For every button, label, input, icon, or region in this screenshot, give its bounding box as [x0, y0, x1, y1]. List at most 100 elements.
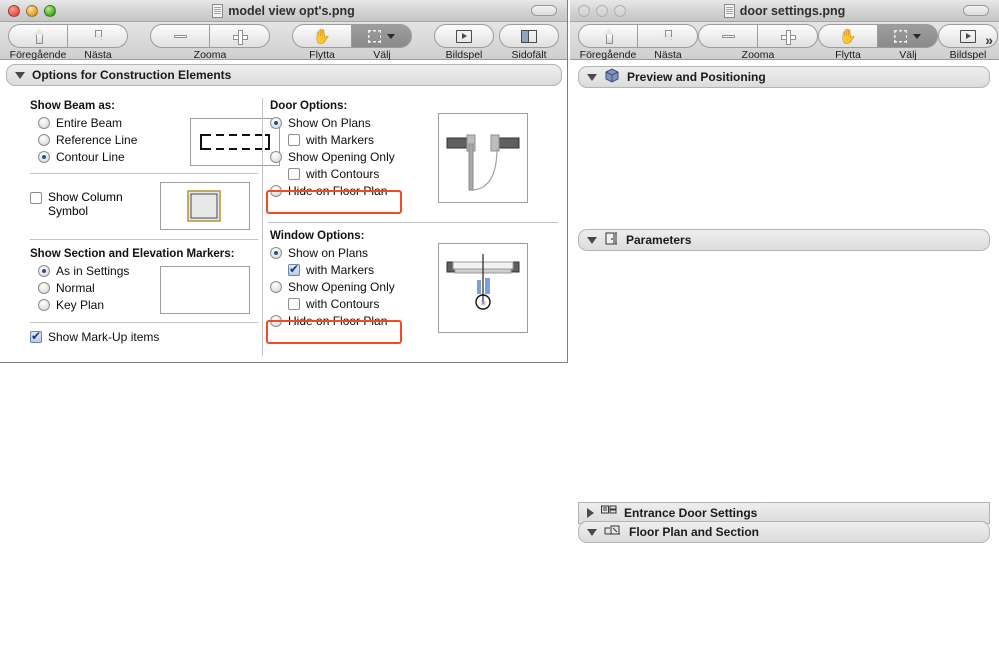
window-options-label: Window Options: [270, 230, 365, 242]
disclosure-triangle-collapsed-icon[interactable] [587, 508, 594, 518]
construction-options-panel-header[interactable]: Options for Construction Elements [6, 64, 562, 86]
zoom-button[interactable] [614, 4, 626, 17]
chevron-down-icon[interactable] [387, 33, 395, 39]
radio-icon-selected[interactable] [270, 246, 282, 259]
radio-label-as-in-settings: As in Settings [56, 263, 130, 278]
left-nav-group: Föregående Nästa [8, 24, 128, 61]
right-window-traffic-lights[interactable] [570, 4, 626, 17]
disclosure-triangle-icon[interactable] [15, 71, 25, 79]
radio-door-show-opening-only[interactable]: Show Opening Only [270, 148, 430, 165]
right-window-titlebar[interactable]: door settings.png [570, 0, 999, 22]
right-toolbar-item-next[interactable]: Nästa [638, 24, 698, 61]
checkbox-window-with-contours[interactable]: with Contours [270, 295, 430, 312]
left-window-traffic-lights[interactable] [0, 4, 56, 17]
minimize-button[interactable] [596, 4, 608, 17]
left-toolbar-label-select: Välj [373, 49, 391, 61]
left-toolbar-item-zoom[interactable]: Zooma [150, 24, 270, 61]
column-symbol-group: Show Column Symbol [30, 182, 260, 230]
checkbox-door-with-contours[interactable]: with Contours [270, 165, 430, 182]
left-toolbar-item-previous[interactable]: Föregående [8, 24, 68, 61]
checkbox-icon[interactable] [288, 167, 300, 180]
radio-icon[interactable] [270, 314, 282, 327]
minimize-button[interactable] [26, 4, 38, 17]
checkbox-show-markup-items[interactable]: Show Mark-Up items [30, 328, 159, 345]
radio-icon-selected[interactable] [270, 116, 282, 129]
left-window-titlebar[interactable]: model view opt's.png [0, 0, 567, 22]
markers-preview [160, 266, 250, 314]
radio-icon[interactable] [38, 116, 50, 129]
preview-positioning-icon [604, 68, 620, 86]
radio-door-show-on-plans[interactable]: Show On Plans [270, 114, 430, 131]
checkbox-icon[interactable] [30, 192, 42, 204]
checkbox-label-door-with-markers: with Markers [306, 132, 375, 147]
parameters-panel-header[interactable]: Parameters [578, 229, 990, 251]
disclosure-triangle-icon[interactable] [587, 73, 597, 81]
radio-reference-line[interactable]: Reference Line [38, 131, 137, 148]
left-toolbar-label-slideshow: Bildspel [445, 49, 483, 61]
disclosure-triangle-icon[interactable] [587, 236, 597, 244]
window-preview: ✳ [438, 243, 528, 333]
document-icon [212, 3, 224, 18]
preview-positioning-panel-header[interactable]: Preview and Positioning [578, 66, 990, 88]
toolbar-toggle-button[interactable] [963, 5, 989, 16]
radio-label-window-hide-on-floor-plan: Hide on Floor Plan [288, 313, 388, 328]
close-button[interactable] [578, 4, 590, 17]
checkbox-icon-checked[interactable] [30, 329, 42, 343]
chevron-down-icon[interactable] [913, 33, 921, 39]
right-toolbar: Föregående Nästa Zooma ✋ Flytta Välj Bil… [570, 22, 999, 61]
left-toolbar-label-zoom: Zooma [193, 49, 227, 61]
radio-label-window-show-on-plans: Show on Plans [288, 245, 369, 260]
radio-icon[interactable] [270, 280, 282, 293]
left-toolbar: Föregående Nästa Zooma ✋ Flytta Välj Bil… [0, 22, 567, 61]
radio-icon-selected[interactable] [38, 150, 50, 163]
right-window-title-area: door settings.png [570, 3, 999, 18]
parameters-panel-title: Parameters [626, 233, 692, 247]
radio-window-hide-on-floor-plan[interactable]: Hide on Floor Plan [270, 312, 430, 329]
arrow-down-icon [662, 29, 674, 43]
right-window: door settings.png Föregående Nästa Zooma… [570, 0, 999, 652]
radio-icon[interactable] [38, 298, 50, 311]
disclosure-triangle-icon[interactable] [587, 528, 597, 536]
beam-radio-group: Entire Beam Reference Line Contour Line [30, 112, 137, 165]
right-toolbar-item-previous[interactable]: Föregående [578, 24, 638, 61]
right-toolbar-item-select[interactable]: Välj [878, 24, 938, 61]
checkbox-window-with-markers[interactable]: with Markers [270, 261, 430, 278]
beam-settings-group: Show Beam as: Entire Beam Reference Line… [30, 100, 280, 166]
radio-icon[interactable] [270, 184, 282, 197]
radio-door-hide-on-floor-plan[interactable]: Hide on Floor Plan [270, 182, 430, 199]
right-toolbar-label-zoom: Zooma [741, 49, 775, 61]
radio-contour-line[interactable]: Contour Line [38, 148, 137, 165]
checkbox-icon[interactable] [288, 297, 300, 310]
floorplan-section-icon [604, 524, 622, 541]
checkbox-icon[interactable] [288, 133, 300, 146]
left-toolbar-item-slideshow[interactable]: Bildspel [434, 24, 494, 61]
toolbar-overflow-button[interactable]: » [985, 32, 993, 48]
radio-icon[interactable] [270, 150, 282, 163]
hand-icon: ✋ [839, 28, 857, 44]
radio-icon-selected[interactable] [38, 264, 50, 277]
radio-window-show-opening-only[interactable]: Show Opening Only [270, 278, 430, 295]
zoom-button[interactable] [44, 4, 56, 17]
door-preview-graphic [446, 134, 520, 191]
radio-entire-beam[interactable]: Entire Beam [38, 114, 137, 131]
floorplan-section-panel-header[interactable]: Floor Plan and Section [578, 521, 990, 543]
left-toolbar-item-sidebar[interactable]: Sidofält [499, 24, 559, 61]
radio-icon[interactable] [38, 133, 50, 146]
svg-text:✳: ✳ [480, 299, 487, 308]
radio-window-show-on-plans[interactable]: Show on Plans [270, 244, 430, 261]
radio-icon[interactable] [38, 281, 50, 294]
right-toolbar-item-move[interactable]: ✋ Flytta [818, 24, 878, 61]
close-button[interactable] [8, 4, 20, 17]
entrance-door-icon [601, 505, 617, 521]
checkbox-door-with-markers[interactable]: with Markers [270, 131, 430, 148]
radio-label-door-show-opening-only: Show Opening Only [288, 149, 395, 164]
checkbox-icon-checked[interactable] [288, 262, 300, 276]
left-toolbar-item-next[interactable]: Nästa [68, 24, 128, 61]
right-toolbar-item-zoom[interactable]: Zooma [698, 24, 818, 61]
left-toolbar-item-move[interactable]: ✋ Flytta [292, 24, 352, 61]
radio-label-entire-beam: Entire Beam [56, 115, 123, 130]
toolbar-toggle-button[interactable] [531, 5, 557, 16]
left-window-title: model view opt's.png [228, 3, 355, 18]
arrow-up-icon [602, 29, 615, 44]
left-toolbar-item-select[interactable]: Välj [352, 24, 412, 61]
